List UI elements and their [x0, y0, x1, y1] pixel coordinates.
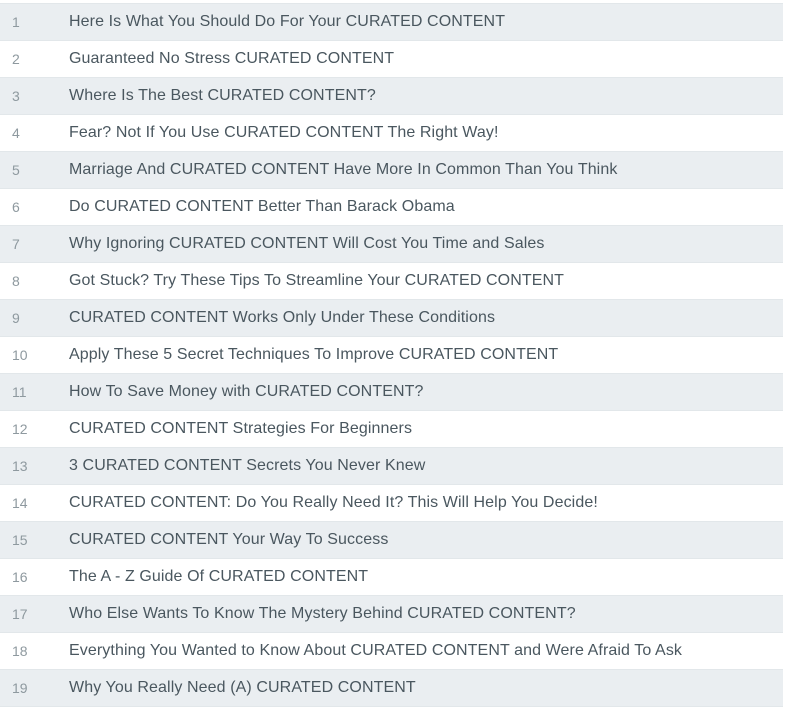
row-right-gutter [783, 447, 787, 485]
headline-title[interactable]: Fear? Not If You Use CURATED CONTENT The… [57, 115, 783, 152]
headline-index: 6 [12, 199, 20, 215]
headline-row[interactable]: 5 Marriage And CURATED CONTENT Have More … [0, 151, 787, 189]
row-right-gutter [783, 3, 787, 41]
headline-row[interactable]: 8 Got Stuck? Try These Tips To Streamline… [0, 262, 787, 300]
headline-index: 19 [0, 669, 57, 707]
headline-index: 15 [0, 521, 57, 559]
row-right-gutter [783, 40, 787, 78]
headline-title[interactable]: Apply These 5 Secret Techniques To Impro… [57, 337, 783, 374]
headline-row[interactable]: 15 CURATED CONTENT Your Way To Success [0, 521, 787, 559]
row-right-gutter [783, 521, 787, 559]
headline-row[interactable]: 16 The A - Z Guide Of CURATED CONTENT [0, 558, 787, 596]
headline-index: 9 [0, 299, 57, 337]
row-right-gutter [783, 336, 787, 374]
headline-title[interactable]: Why Ignoring CURATED CONTENT Will Cost Y… [57, 225, 783, 263]
headline-row[interactable]: 10 Apply These 5 Secret Techniques To Imp… [0, 336, 787, 374]
headline-title[interactable]: CURATED CONTENT Your Way To Success [57, 521, 783, 559]
headline-title[interactable]: CURATED CONTENT Strategies For Beginners [57, 411, 783, 448]
headline-index: 13 [0, 447, 57, 485]
headline-title[interactable]: Guaranteed No Stress CURATED CONTENT [57, 41, 783, 78]
headline-index: 8 [12, 273, 20, 289]
headline-index: 4 [12, 125, 20, 141]
headline-list-body: 1 Here Is What You Should Do For Your CUR… [0, 3, 787, 707]
headline-index: 2 [12, 51, 20, 67]
row-right-gutter [783, 373, 787, 411]
row-right-gutter [783, 151, 787, 189]
headline-row[interactable]: 3 Where Is The Best CURATED CONTENT? [0, 77, 787, 115]
headline-index: 11 [0, 373, 57, 411]
row-right-gutter [783, 410, 787, 448]
headline-index: 7 [0, 225, 57, 263]
headline-title[interactable]: Got Stuck? Try These Tips To Streamline … [57, 263, 783, 300]
row-right-gutter [783, 114, 787, 152]
headline-title[interactable]: How To Save Money with CURATED CONTENT? [57, 373, 783, 411]
row-right-gutter [783, 188, 787, 226]
headline-index: 12 [12, 421, 28, 437]
headline-row[interactable]: 17 Who Else Wants To Know The Mystery Beh… [0, 595, 787, 633]
headline-title[interactable]: Do CURATED CONTENT Better Than Barack Ob… [57, 189, 783, 226]
headline-index: 1 [0, 3, 57, 41]
headline-title[interactable]: Here Is What You Should Do For Your CURA… [57, 3, 783, 41]
row-right-gutter [783, 299, 787, 337]
headline-row[interactable]: 1 Here Is What You Should Do For Your CUR… [0, 3, 787, 41]
row-right-gutter [783, 669, 787, 707]
headline-index: 14 [12, 495, 28, 511]
headline-title[interactable]: The A - Z Guide Of CURATED CONTENT [57, 559, 783, 596]
headline-index: 5 [0, 151, 57, 189]
row-right-gutter [783, 484, 787, 522]
headline-index: 3 [0, 77, 57, 115]
headline-title[interactable]: CURATED CONTENT: Do You Really Need It? … [57, 485, 783, 522]
headline-index: 17 [0, 595, 57, 633]
headline-row[interactable]: 4 Fear? Not If You Use CURATED CONTENT Th… [0, 114, 787, 152]
headline-row[interactable]: 13 3 CURATED CONTENT Secrets You Never Kn… [0, 447, 787, 485]
headline-row[interactable]: 9 CURATED CONTENT Works Only Under These … [0, 299, 787, 337]
headline-row[interactable]: 14 CURATED CONTENT: Do You Really Need It… [0, 484, 787, 522]
row-right-gutter [783, 632, 787, 670]
headline-row[interactable]: 11 How To Save Money with CURATED CONTENT… [0, 373, 787, 411]
headline-title[interactable]: Who Else Wants To Know The Mystery Behin… [57, 595, 783, 633]
headline-row[interactable]: 2 Guaranteed No Stress CURATED CONTENT [0, 40, 787, 78]
headline-row[interactable]: 6 Do CURATED CONTENT Better Than Barack O… [0, 188, 787, 226]
headline-index: 18 [12, 643, 28, 659]
headline-title[interactable]: Marriage And CURATED CONTENT Have More I… [57, 151, 783, 189]
row-right-gutter [783, 225, 787, 263]
headline-title[interactable]: Everything You Wanted to Know About CURA… [57, 633, 783, 670]
row-right-gutter [783, 77, 787, 115]
headline-index: 16 [12, 569, 28, 585]
headline-row[interactable]: 19 Why You Really Need (A) CURATED CONTEN… [0, 669, 787, 707]
row-right-gutter [783, 595, 787, 633]
headline-title[interactable]: Where Is The Best CURATED CONTENT? [57, 77, 783, 115]
row-right-gutter [783, 558, 787, 596]
headline-row[interactable]: 18 Everything You Wanted to Know About CU… [0, 632, 787, 670]
row-right-gutter [783, 262, 787, 300]
headline-title[interactable]: 3 CURATED CONTENT Secrets You Never Knew [57, 447, 783, 485]
headline-row[interactable]: 7 Why Ignoring CURATED CONTENT Will Cost … [0, 225, 787, 263]
headline-index: 10 [12, 347, 28, 363]
headline-title[interactable]: CURATED CONTENT Works Only Under These C… [57, 299, 783, 337]
headline-list-table: 1 Here Is What You Should Do For Your CUR… [0, 3, 787, 707]
headline-row[interactable]: 12 CURATED CONTENT Strategies For Beginne… [0, 410, 787, 448]
headline-title[interactable]: Why You Really Need (A) CURATED CONTENT [57, 669, 783, 707]
